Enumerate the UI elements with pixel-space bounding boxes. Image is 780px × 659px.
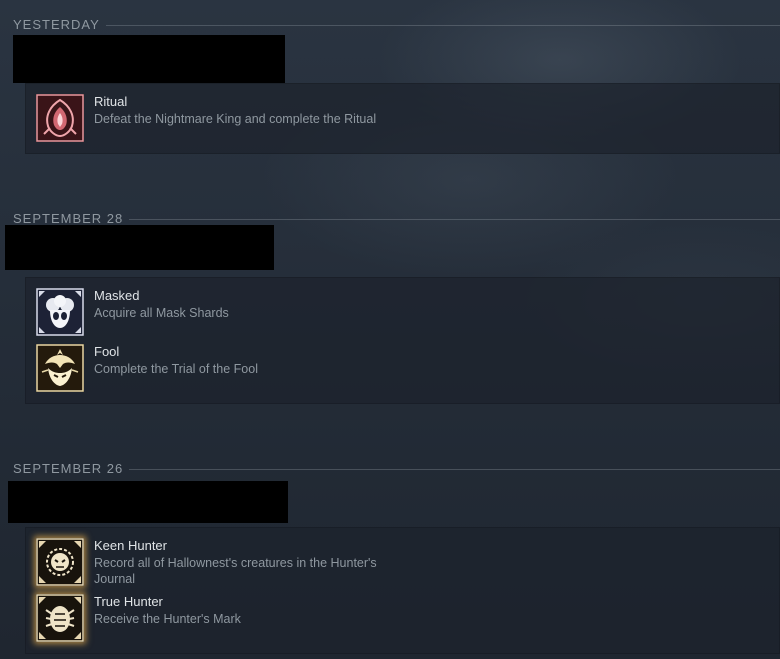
ritual-icon	[36, 94, 84, 142]
keen-hunter-icon	[36, 538, 84, 586]
achievement-title: Keen Hunter	[94, 538, 167, 553]
achievement-item-ritual[interactable]: Ritual Defeat the Nightmare King and com…	[36, 94, 780, 144]
achievement-title: Fool	[94, 344, 120, 359]
section-divider	[129, 468, 780, 470]
achievement-card: Masked Acquire all Mask Shards Fool Comp…	[25, 277, 780, 404]
achievement-item-fool[interactable]: Fool Complete the Trial of the Fool	[36, 344, 780, 394]
section-divider	[129, 218, 780, 220]
achievement-description: Complete the Trial of the Fool	[94, 362, 258, 376]
section-date: SEPTEMBER 28	[13, 210, 124, 226]
mask-icon	[36, 288, 84, 336]
section-header-yesterday: YESTERDAY	[13, 16, 780, 32]
redacted-game-banner	[13, 35, 285, 83]
achievement-item-masked[interactable]: Masked Acquire all Mask Shards	[36, 288, 780, 338]
redacted-game-banner	[5, 225, 274, 270]
achievement-title: True Hunter	[94, 594, 163, 609]
redacted-game-banner	[8, 481, 288, 523]
section-header-september-28: SEPTEMBER 28	[13, 210, 780, 226]
achievement-item-true-hunter[interactable]: True Hunter Receive the Hunter's Mark	[36, 594, 780, 644]
achievement-description: Record all of Hallownest's creatures in …	[94, 556, 377, 586]
section-divider	[105, 24, 780, 26]
section-date: YESTERDAY	[13, 16, 100, 32]
section-header-september-26: SEPTEMBER 26	[13, 460, 780, 476]
section-date: SEPTEMBER 26	[13, 460, 124, 476]
true-hunter-icon	[36, 594, 84, 642]
achievement-title: Masked	[94, 288, 140, 303]
achievement-item-keen-hunter[interactable]: Keen Hunter Record all of Hallownest's c…	[36, 538, 780, 588]
achievement-description: Receive the Hunter's Mark	[94, 612, 241, 626]
achievement-title: Ritual	[94, 94, 128, 109]
fool-icon	[36, 344, 84, 392]
achievement-card: Ritual Defeat the Nightmare King and com…	[25, 83, 780, 154]
achievement-description: Defeat the Nightmare King and complete t…	[94, 112, 377, 126]
achievement-card: Keen Hunter Record all of Hallownest's c…	[25, 527, 780, 654]
achievement-description: Acquire all Mask Shards	[94, 306, 229, 320]
